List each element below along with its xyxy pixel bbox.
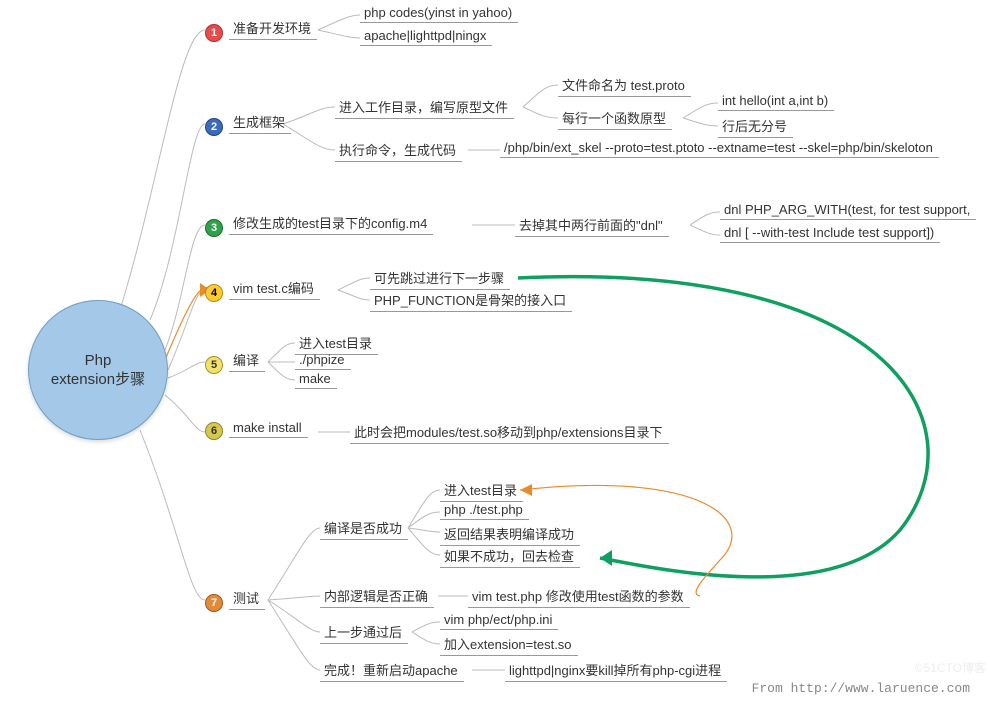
badge-4-icon: 4 bbox=[205, 284, 223, 302]
s5-c1: ./phpize bbox=[295, 352, 351, 372]
step-4: 4 vim test.c编码 bbox=[205, 278, 320, 302]
s3-c0-0: dnl PHP_ARG_WITH(test, for test support, bbox=[720, 202, 976, 222]
s1-child-1: apache|lighttpd|ningx bbox=[360, 28, 492, 48]
step-7: 7 测试 bbox=[205, 588, 265, 612]
s7-c3: 上一步通过后 bbox=[320, 622, 408, 646]
s6-c0: 此时会把modules/test.so移动到php/extensions目录下 bbox=[350, 422, 669, 446]
s7-c4-0: lighttpd|nginx要kill掉所有php-cgi进程 bbox=[505, 660, 727, 684]
s4-c0: 可先跳过进行下一步骤 bbox=[370, 268, 510, 292]
badge-6-icon: 6 bbox=[205, 422, 223, 440]
badge-3-icon: 3 bbox=[205, 219, 223, 237]
s2-c2-0: /php/bin/ext_skel --proto=test.ptoto --e… bbox=[500, 140, 939, 160]
s5-c2: make bbox=[295, 371, 337, 391]
badge-2-icon: 2 bbox=[205, 118, 223, 136]
s3-c0-1: dnl [ --with-test Include test support]) bbox=[720, 225, 940, 245]
step-1-label: 准备开发环境 bbox=[229, 18, 317, 40]
badge-5-icon: 5 bbox=[205, 356, 223, 374]
s7-c2-0: vim test.php 修改使用test函数的参数 bbox=[468, 586, 690, 610]
s2-c1-1: 每行一个函数原型 bbox=[558, 108, 672, 132]
s4-c1: PHP_FUNCTION是骨架的接入口 bbox=[370, 290, 572, 314]
s2-c1: 进入工作目录，编写原型文件 bbox=[335, 97, 514, 121]
s7-c1-3: 如果不成功，回去检查 bbox=[440, 546, 580, 570]
step-5: 5 编译 bbox=[205, 350, 265, 374]
attribution-text: From http://www.laruence.com bbox=[752, 681, 970, 696]
step-6: 6 make install bbox=[205, 420, 308, 440]
watermark-text: ©51CTO博客 bbox=[915, 659, 986, 676]
s7-c1-0: 进入test目录 bbox=[440, 480, 523, 504]
step-2: 2 生成框架 bbox=[205, 112, 291, 136]
s7-c1-2: 返回结果表明编译成功 bbox=[440, 524, 580, 548]
s2-c1-1-0: int hello(int a,int b) bbox=[718, 93, 834, 113]
step-3: 3 修改生成的test目录下的config.m4 bbox=[205, 213, 433, 237]
s7-c3-0: vim php/ect/php.ini bbox=[440, 612, 558, 632]
s7-c4: 完成！重新启动apache bbox=[320, 660, 464, 684]
root-node: Php extension步骤 bbox=[28, 300, 168, 440]
step-1: 1 准备开发环境 bbox=[205, 18, 317, 42]
badge-1-icon: 1 bbox=[205, 24, 223, 42]
s7-c2: 内部逻辑是否正确 bbox=[320, 586, 434, 610]
s1-child-0: php codes(yinst in yahoo) bbox=[360, 5, 518, 25]
s7-c1: 编译是否成功 bbox=[320, 518, 408, 542]
badge-7-icon: 7 bbox=[205, 594, 223, 612]
s3-c0: 去掉其中两行前面的"dnl" bbox=[515, 215, 669, 239]
s2-c1-0: 文件命名为 test.proto bbox=[558, 75, 691, 99]
s7-c1-1: php ./test.php bbox=[440, 502, 529, 522]
s7-c3-1: 加入extension=test.so bbox=[440, 634, 578, 658]
s2-c2: 执行命令，生成代码 bbox=[335, 140, 462, 164]
s2-c1-1-1: 行后无分号 bbox=[718, 116, 793, 140]
